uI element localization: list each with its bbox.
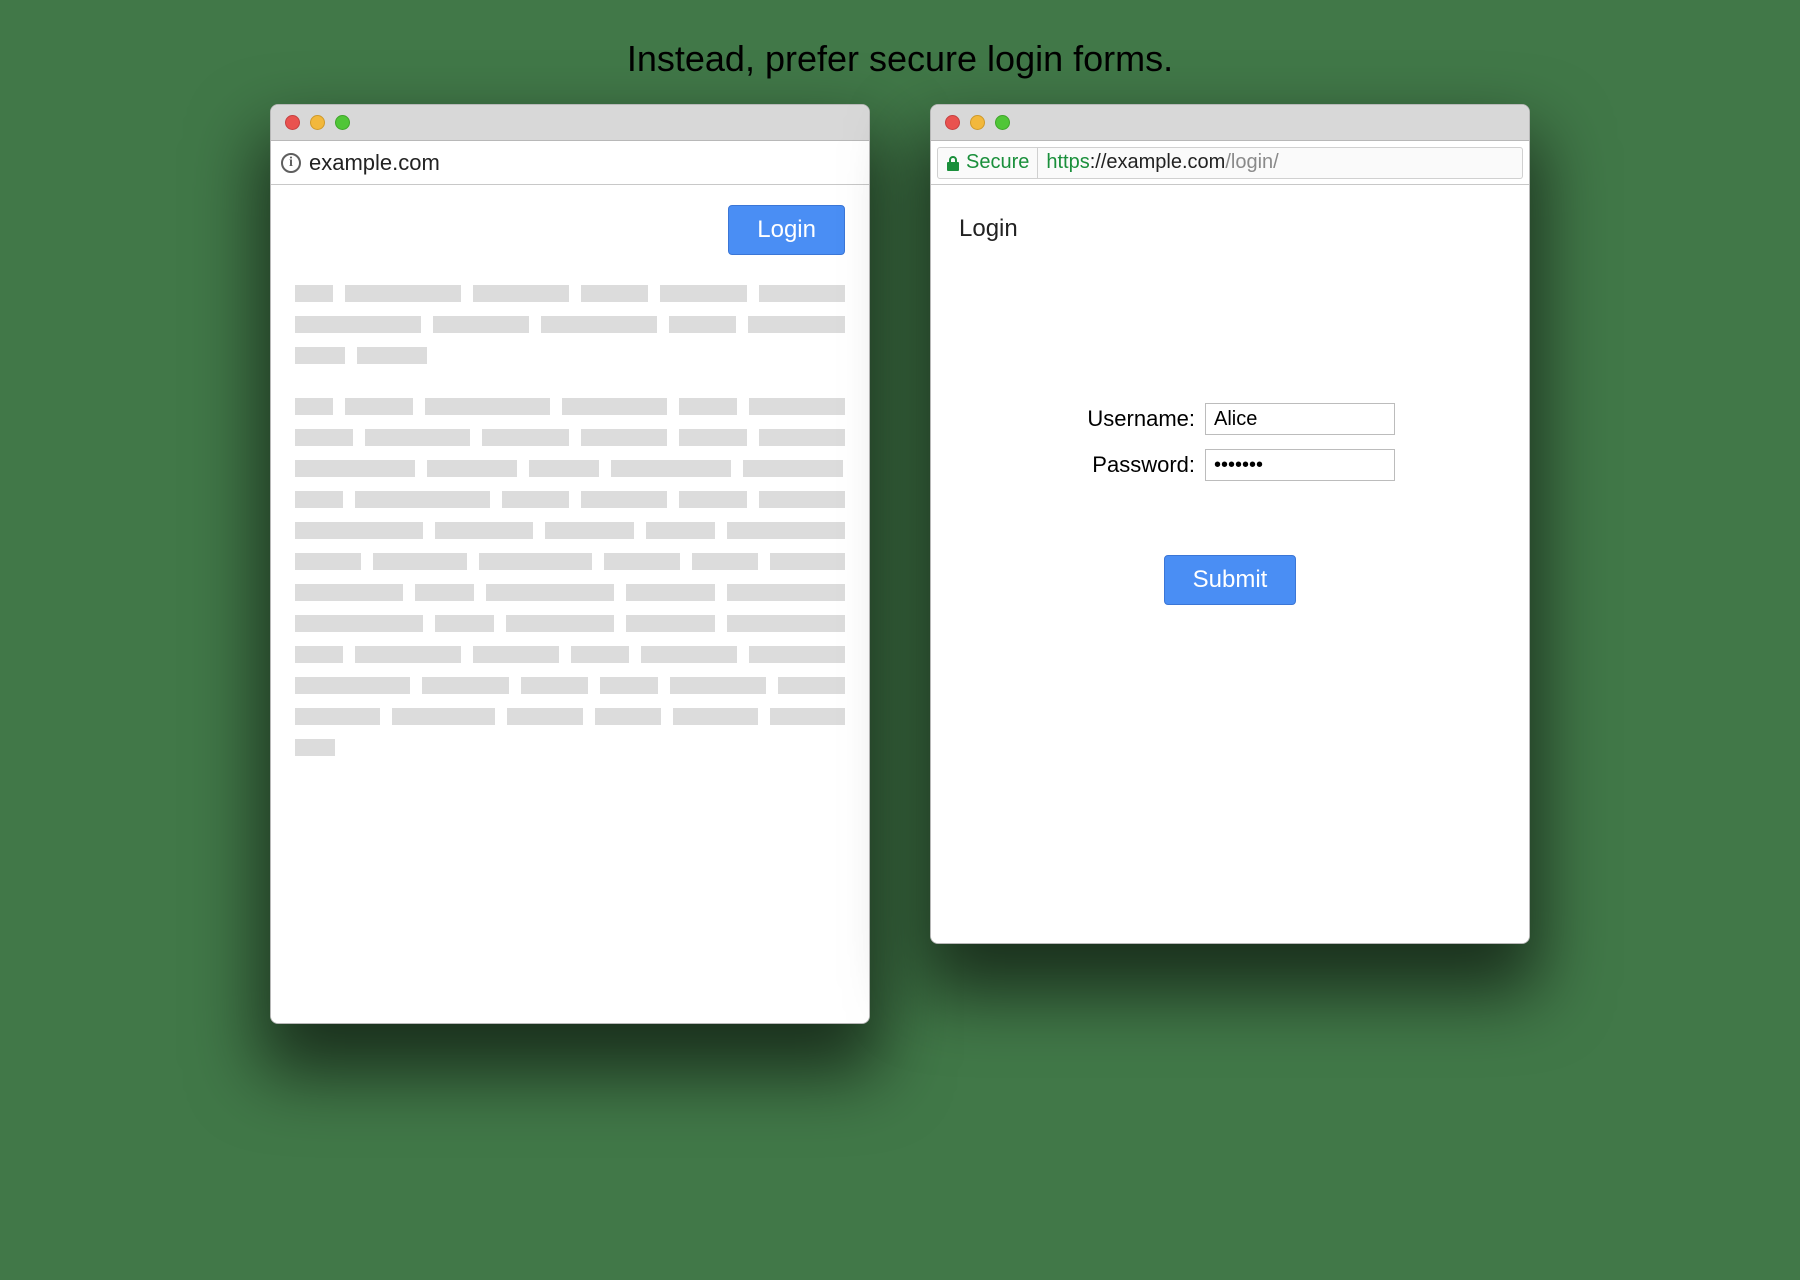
placeholder-paragraph (295, 398, 845, 756)
url-box[interactable]: https://example.com/login/ (1038, 147, 1523, 179)
username-row: Username: (1065, 403, 1395, 435)
address-bar[interactable]: i example.com (271, 141, 869, 185)
url-path: /login/ (1225, 151, 1278, 174)
maximize-icon[interactable] (335, 115, 350, 130)
username-label: Username: (1065, 406, 1195, 432)
secure-browser-window: Secure https://example.com/login/ Login … (930, 104, 1530, 944)
maximize-icon[interactable] (995, 115, 1010, 130)
info-icon[interactable]: i (281, 153, 301, 173)
secure-label: Secure (966, 151, 1029, 174)
username-input[interactable] (1205, 403, 1395, 435)
submit-button[interactable]: Submit (1164, 555, 1297, 605)
page-content: Login (271, 185, 869, 1023)
titlebar (271, 105, 869, 141)
minimize-icon[interactable] (970, 115, 985, 130)
login-form: Username: Password: Submit (955, 403, 1505, 605)
password-row: Password: (1065, 449, 1395, 481)
address-url: example.com (309, 150, 440, 176)
password-label: Password: (1065, 452, 1195, 478)
minimize-icon[interactable] (310, 115, 325, 130)
placeholder-paragraph (295, 285, 845, 364)
login-heading: Login (959, 215, 1501, 243)
password-input[interactable] (1205, 449, 1395, 481)
titlebar (931, 105, 1529, 141)
windows-row: i example.com Login (270, 104, 1530, 1024)
page-content: Login Username: Password: Submit (931, 185, 1529, 943)
secure-chip[interactable]: Secure (937, 147, 1038, 179)
login-button[interactable]: Login (728, 205, 845, 255)
close-icon[interactable] (945, 115, 960, 130)
address-bar[interactable]: Secure https://example.com/login/ (931, 141, 1529, 185)
caption-text: Instead, prefer secure login forms. (627, 38, 1173, 80)
lock-icon (946, 155, 960, 171)
close-icon[interactable] (285, 115, 300, 130)
url-host: ://example.com (1090, 151, 1226, 174)
url-scheme: https (1046, 151, 1089, 174)
insecure-browser-window: i example.com Login (270, 104, 870, 1024)
